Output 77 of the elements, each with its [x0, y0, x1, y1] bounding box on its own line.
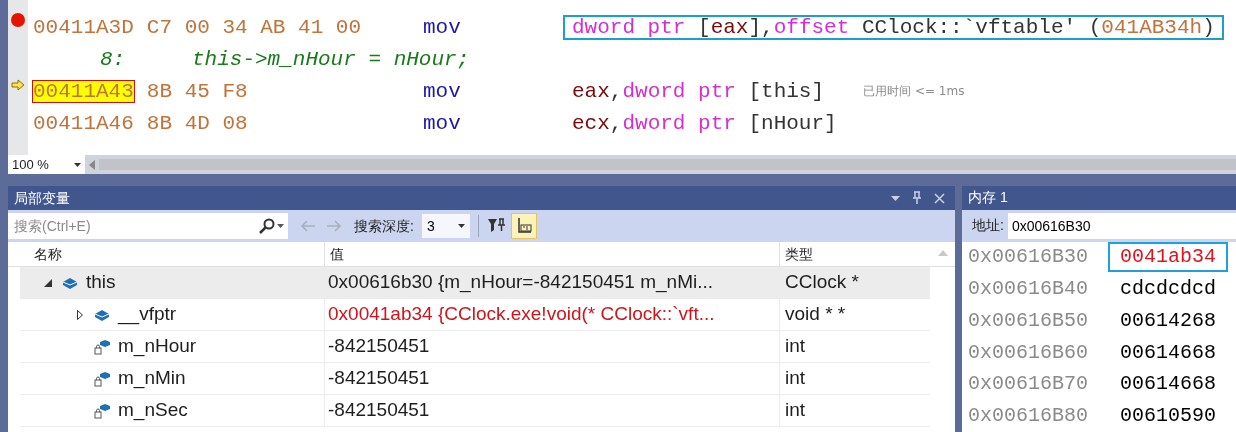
expanded-arrow-icon[interactable]	[44, 278, 52, 287]
collapsed-arrow-icon[interactable]	[77, 309, 83, 320]
memory-address: 0x00616B80	[968, 403, 1090, 430]
memory-value: 0041ab34	[1108, 242, 1228, 273]
dropdown-icon[interactable]	[891, 195, 900, 201]
tree-row[interactable]: m_nMin -842150451 int	[20, 363, 930, 395]
tree-row[interactable]: m_nHour -842150451 int	[20, 331, 930, 363]
panel-title: 局部变量	[14, 188, 70, 208]
object-icon	[62, 276, 78, 289]
variable-value: 0x00616b30 {m_nHour=-842150451 m_nMi...	[325, 267, 780, 298]
mnemonic-text: mov	[423, 80, 462, 102]
field-lock-icon	[94, 402, 110, 419]
variable-type: int	[784, 366, 807, 391]
field-lock-icon	[94, 370, 110, 387]
variable-type: CClock *	[784, 270, 860, 295]
tree-row[interactable]: __vfptr 0x0041ab34 {CClock.exe!void(* CClock::`vft... void * *	[20, 299, 930, 331]
close-icon[interactable]	[934, 192, 945, 204]
memory-address: 0x00616B70	[968, 371, 1090, 398]
pin-icon[interactable]	[912, 191, 922, 205]
byte-text: 8B 45 F8	[146, 80, 248, 102]
caret-icon	[74, 162, 81, 167]
variable-type: int	[784, 398, 807, 423]
variable-type: int	[784, 334, 807, 359]
memory-address: 0x00616B50	[968, 307, 1090, 334]
line-number: 8:	[100, 48, 127, 70]
column-header[interactable]: 类型	[780, 242, 930, 266]
breakpoint-margin[interactable]	[8, 0, 28, 155]
operand-text: eax,dword ptr [this]	[571, 80, 826, 102]
byte-text: C7 00 34 AB 41 00	[146, 16, 362, 38]
search-icon	[259, 218, 275, 234]
variable-name: m_nSec	[118, 398, 188, 423]
mnemonic-text: mov	[423, 112, 462, 134]
source-code-text: this->m_nHour = nHour;	[192, 48, 470, 70]
variable-name: m_nMin	[118, 366, 186, 391]
variable-type: void * *	[784, 302, 847, 327]
tree-row[interactable]: this 0x00616b30 {m_nHour=-842150451 m_nMi... CClock *	[20, 267, 930, 299]
memory-value: cdcdcdcd	[1119, 276, 1217, 303]
variable-value: -842150451	[325, 331, 780, 362]
operand-text: ecx,dword ptr [nHour]	[571, 112, 838, 134]
address-label: 地址:	[972, 216, 1004, 236]
variable-value: -842150451	[325, 363, 780, 394]
address-text: 00411A46	[33, 112, 134, 134]
address-text: 00411A3D	[33, 16, 134, 38]
memory-value: 00614668	[1119, 339, 1217, 366]
field-lock-icon	[94, 338, 110, 355]
panel-title: 内存 1	[968, 188, 1008, 208]
elapsed-time-hint: 已用时间 <= 1ms	[863, 85, 965, 97]
operand-text: dword ptr [eax],offset CClock::`vftable' (041AB34h)	[565, 16, 1222, 38]
column-header[interactable]: 值	[325, 242, 780, 266]
byte-text: 8B 4D 08	[146, 112, 248, 134]
memory-value: 00614668	[1119, 371, 1217, 398]
mnemonic-text: mov	[423, 16, 462, 38]
column-header[interactable]: 名称	[20, 242, 325, 266]
scroll-left-icon[interactable]	[89, 159, 95, 170]
address-text: 00411A43	[33, 80, 134, 102]
memory-address: 0x00616B60	[968, 339, 1090, 366]
object-icon	[94, 308, 110, 321]
variable-value: 0x0041ab34 {CClock.exe!void(* CClock::`vft...	[325, 299, 780, 330]
memory-value: 00610590	[1119, 403, 1217, 430]
memory-address: 0x00616B30	[968, 244, 1090, 271]
search-depth-label: 搜索深度:	[354, 216, 414, 236]
search-field[interactable]: 搜索(Ctrl+E)	[8, 213, 288, 239]
memory-value: 00614268	[1119, 307, 1217, 334]
hex-display-toggle[interactable]	[510, 213, 537, 239]
address-field[interactable]: 0x00616B30	[1007, 212, 1236, 239]
variable-name: m_nHour	[118, 334, 197, 359]
hex-icon	[515, 217, 532, 235]
variable-name: __vfptr	[118, 302, 177, 327]
memory-address: 0x00616B40	[968, 276, 1090, 303]
filter-pin-icon[interactable]	[486, 217, 505, 235]
caret-icon	[277, 224, 284, 228]
variable-value: -842150451	[325, 395, 780, 426]
variable-name: this	[86, 270, 116, 295]
tree-row[interactable]: m_nSec -842150451 int	[20, 395, 930, 427]
caret-icon	[457, 224, 465, 228]
search-depth-dropdown[interactable]: 3	[421, 214, 470, 238]
zoom-dropdown[interactable]: 100 %	[8, 155, 85, 174]
